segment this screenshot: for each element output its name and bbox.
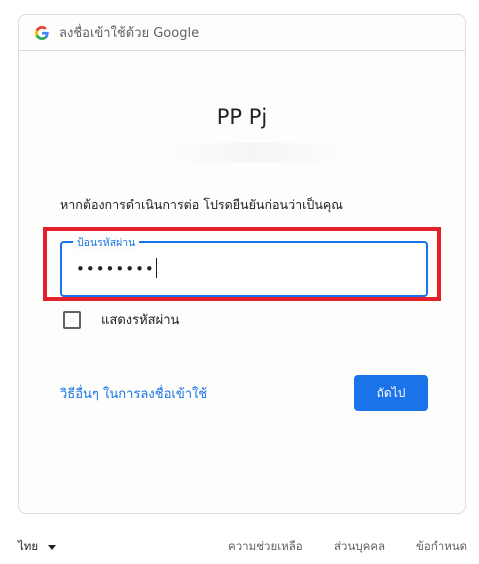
help-link[interactable]: ความช่วยเหลือ: [228, 538, 303, 556]
language-selector[interactable]: ไทย: [18, 538, 57, 556]
show-password-label[interactable]: แสดงรหัสผ่าน: [101, 309, 179, 330]
password-field-label: ป้อนรหัสผ่าน: [73, 234, 140, 251]
language-label: ไทย: [18, 539, 39, 553]
next-button[interactable]: ถัดไป: [354, 375, 428, 411]
account-name: PP Pj: [216, 105, 268, 129]
sign-in-card: ลงชื่อเข้าใช้ด้วย Google PP Pj หากต้องกา…: [18, 14, 466, 514]
header-title: ลงชื่อเข้าใช้ด้วย Google: [59, 26, 200, 41]
password-value: ••••••••: [76, 260, 155, 278]
card-header: ลงชื่อเข้าใช้ด้วย Google: [19, 15, 465, 51]
password-input[interactable]: ••••••••: [76, 258, 158, 278]
account-email-redacted: [169, 143, 339, 163]
google-g-icon: [35, 25, 49, 40]
show-password-option[interactable]: แสดงรหัสผ่าน: [63, 309, 179, 330]
terms-link[interactable]: ข้อกำหนด: [416, 538, 467, 556]
password-field[interactable]: ป้อนรหัสผ่าน ••••••••: [60, 234, 428, 297]
instruction-text: หากต้องการดำเนินการต่อ โปรดยืนยันก่อนว่า…: [60, 197, 343, 212]
caret-down-icon: [48, 544, 57, 550]
text-caret: [155, 258, 158, 278]
footer: ไทย ความช่วยเหลือ ส่วนบุคคล ข้อกำหนด: [0, 538, 479, 558]
other-ways-link[interactable]: วิธีอื่นๆ ในการลงชื่อเข้าใช้: [60, 383, 207, 404]
show-password-checkbox[interactable]: [63, 310, 81, 329]
privacy-link[interactable]: ส่วนบุคคล: [334, 538, 385, 556]
